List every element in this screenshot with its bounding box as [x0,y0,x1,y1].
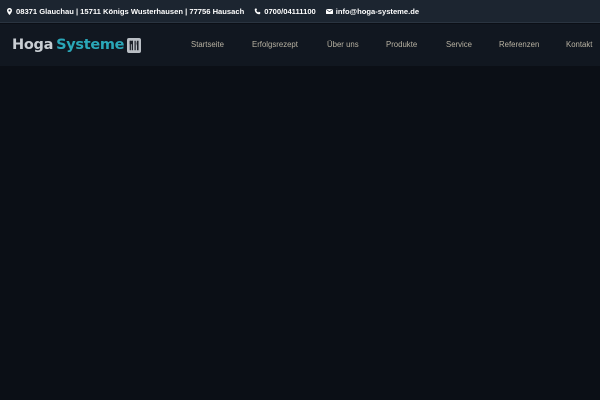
phone-icon [254,7,261,15]
nav-ueber-uns[interactable]: Über uns [327,40,359,49]
main-content-area [0,66,600,400]
envelope-icon [325,7,333,15]
email-item[interactable]: info@hoga-systeme.de [325,7,419,16]
map-pin-icon [6,7,13,15]
nav-referenzen[interactable]: Referenzen [499,40,539,49]
email-link[interactable]: info@hoga-systeme.de [336,7,419,16]
phone-item[interactable]: 0700/04111100 [254,7,316,16]
nav-produkte[interactable]: Produkte [386,40,417,49]
nav-erfolgsrezept[interactable]: Erfolgsrezept [252,40,298,49]
nav-service[interactable]: Service [446,40,472,49]
address-text: 08371 Glauchau | 15711 Königs Wusterhaus… [16,6,245,16]
nav-startseite[interactable]: Startseite [191,40,224,49]
phone-link[interactable]: 0700/04111100 [264,7,316,16]
nav-kontakt[interactable]: Kontakt [566,40,592,49]
main-navigation: Startseite Erfolgsrezept Über uns Produk… [0,24,600,66]
address-item: 08371 Glauchau | 15711 Königs Wusterhaus… [6,7,244,16]
contact-bar: 08371 Glauchau | 15711 Königs Wusterhaus… [0,0,600,23]
